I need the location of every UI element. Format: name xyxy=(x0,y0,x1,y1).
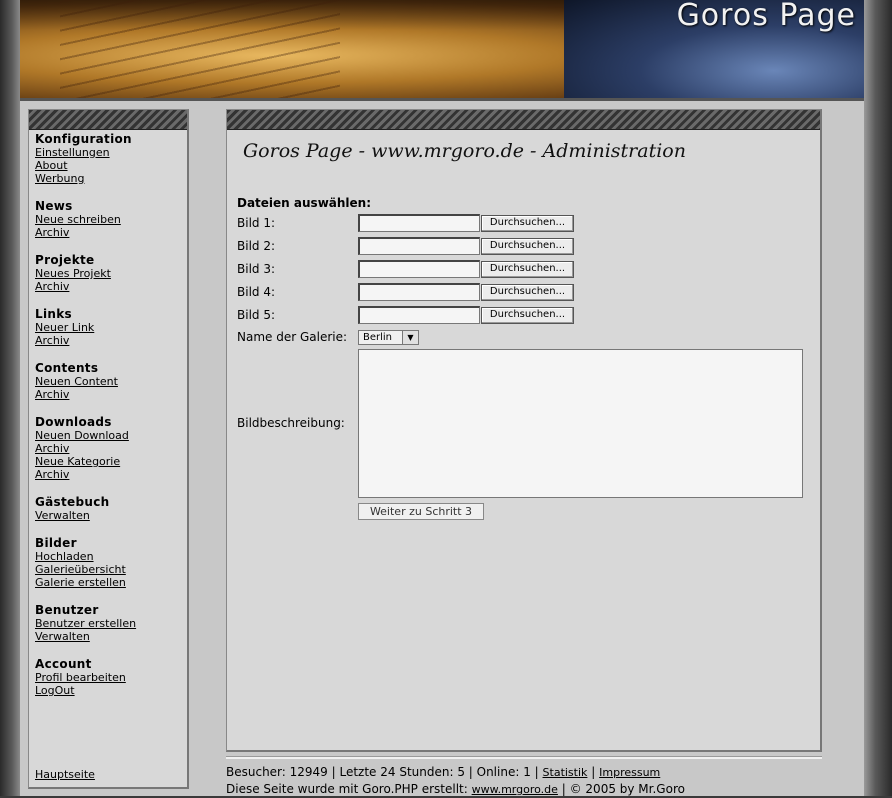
page-inner: Goros Page Konfiguration Einstellungen Abo… xyxy=(20,0,864,796)
file-label: Bild 5: xyxy=(237,308,276,322)
sidebar-group-benutzer: Benutzer Benutzer erstellen Verwalten xyxy=(35,603,187,643)
sidebar-group-title: Bilder xyxy=(35,536,77,550)
footer-site-link[interactable]: www.mrgoro.de xyxy=(472,783,558,796)
sidebar-home: Hauptseite xyxy=(35,768,95,781)
sidebar-item-link[interactable]: Archiv xyxy=(35,280,187,293)
sidebar-item-link[interactable]: Einstellungen xyxy=(35,146,187,159)
file-path-input[interactable] xyxy=(358,214,480,232)
footer-stats: Besucher: 12949 | Letzte 24 Stunden: 5 |… xyxy=(226,765,539,779)
sidebar-item-link[interactable]: Werbung xyxy=(35,172,187,185)
file-label: Bild 3: xyxy=(237,262,276,276)
file-row: Bild 1: Durchsuchen... xyxy=(237,213,574,233)
sidebar-item-link[interactable]: Archiv xyxy=(35,388,187,401)
sidebar-item-link[interactable]: Hochladen xyxy=(35,550,187,563)
sidebar-item-link[interactable]: Verwalten xyxy=(35,630,187,643)
next-step-button[interactable]: Weiter zu Schritt 3 xyxy=(358,503,484,520)
sidebar-group-title: Downloads xyxy=(35,415,112,429)
browse-button[interactable]: Durchsuchen... xyxy=(481,306,574,324)
file-label: Bild 1: xyxy=(237,216,276,230)
gallery-row: Name der Galerie: Berlin ▼ xyxy=(237,327,419,347)
sidebar-group-title: Links xyxy=(35,307,72,321)
browse-button[interactable]: Durchsuchen... xyxy=(481,237,574,255)
sidebar-group-bilder: Bilder Hochladen Galerieübersicht Galerie e… xyxy=(35,536,187,589)
sidebar-group-title: News xyxy=(35,199,73,213)
sidebar-group-contents: Contents Neuen Content Archiv xyxy=(35,361,187,401)
browse-button[interactable]: Durchsuchen... xyxy=(481,283,574,301)
sidebar-item-link[interactable]: Neuen Download xyxy=(35,429,187,442)
sidebar-item-link[interactable]: Archiv xyxy=(35,442,187,455)
sidebar-group-account: Account Profil bearbeiten LogOut xyxy=(35,657,187,697)
footer-statistik-link[interactable]: Statistik xyxy=(543,766,588,779)
footer-stats-line: Besucher: 12949 | Letzte 24 Stunden: 5 |… xyxy=(226,764,846,781)
gallery-select-value: Berlin xyxy=(363,331,393,343)
file-path-input[interactable] xyxy=(358,237,480,255)
sidebar-nav: Konfiguration Einstellungen About Werbung Ne… xyxy=(29,130,187,697)
sidebar-item-link[interactable]: About xyxy=(35,159,187,172)
footer-credit-line: Diese Seite wurde mit Goro.PHP erstellt:… xyxy=(226,781,846,798)
file-row: Bild 2: Durchsuchen... xyxy=(237,236,574,256)
footer-divider xyxy=(226,756,822,759)
footer-separator: | xyxy=(591,765,596,779)
sidebar-item-link[interactable]: Neue Kategorie xyxy=(35,455,187,468)
sidebar-item-link[interactable]: Verwalten xyxy=(35,509,187,522)
sidebar-item-link[interactable]: Archiv xyxy=(35,334,187,347)
main-stripe xyxy=(227,110,820,130)
banner-divider xyxy=(20,98,864,101)
sidebar-group-downloads: Downloads Neuen Download Archiv Neue Katego… xyxy=(35,415,187,481)
sidebar-item-link[interactable]: Galerieübersicht xyxy=(35,563,187,576)
footer-impressum-link[interactable]: Impressum xyxy=(599,766,660,779)
file-path-input[interactable] xyxy=(358,260,480,278)
header-banner: Goros Page xyxy=(20,0,864,101)
site-logo-title: Goros Page xyxy=(676,0,856,33)
gallery-label: Name der Galerie: xyxy=(237,330,348,344)
file-row: Bild 5: Durchsuchen... xyxy=(237,305,574,325)
footer: Besucher: 12949 | Letzte 24 Stunden: 5 |… xyxy=(226,764,846,798)
file-label: Bild 2: xyxy=(237,239,276,253)
sidebar-item-link[interactable]: Neue schreiben xyxy=(35,213,187,226)
file-path-input[interactable] xyxy=(358,283,480,301)
form-heading: Dateien auswählen: xyxy=(237,196,372,210)
sidebar-group-title: Konfiguration xyxy=(35,132,132,146)
main-panel: Goros Page - www.mrgoro.de - Administrat… xyxy=(226,109,822,752)
sidebar-group-gästebuch: Gästebuch Verwalten xyxy=(35,495,187,522)
page-title: Goros Page - www.mrgoro.de - Administrat… xyxy=(243,140,686,162)
gallery-select[interactable]: Berlin ▼ xyxy=(358,329,419,345)
browse-button[interactable]: Durchsuchen... xyxy=(481,214,574,232)
browse-button[interactable]: Durchsuchen... xyxy=(481,260,574,278)
sidebar: Konfiguration Einstellungen About Werbung Ne… xyxy=(28,109,189,789)
sidebar-item-link[interactable]: Archiv xyxy=(35,226,187,239)
sidebar-item-link[interactable]: Neues Projekt xyxy=(35,267,187,280)
frame-left xyxy=(0,0,20,796)
sidebar-stripe xyxy=(29,110,187,130)
sidebar-group-konfiguration: Konfiguration Einstellungen About Werbung xyxy=(35,132,187,185)
footer-credit-suffix: | © 2005 by Mr.Goro xyxy=(561,782,685,796)
sidebar-group-title: Contents xyxy=(35,361,99,375)
frame-right xyxy=(864,0,892,796)
file-row: Bild 3: Durchsuchen... xyxy=(237,259,574,279)
file-label: Bild 4: xyxy=(237,285,276,299)
banner-book-image xyxy=(60,0,340,101)
sidebar-item-link[interactable]: Galerie erstellen xyxy=(35,576,187,589)
description-textarea[interactable] xyxy=(358,349,803,498)
file-row: Bild 4: Durchsuchen... xyxy=(237,282,574,302)
sidebar-group-projekte: Projekte Neues Projekt Archiv xyxy=(35,253,187,293)
chevron-down-icon[interactable]: ▼ xyxy=(402,330,418,344)
sidebar-group-title: Benutzer xyxy=(35,603,99,617)
sidebar-item-link[interactable]: Profil bearbeiten xyxy=(35,671,187,684)
sidebar-item-link[interactable]: Archiv xyxy=(35,468,187,481)
sidebar-item-link[interactable]: LogOut xyxy=(35,684,187,697)
sidebar-group-links: Links Neuer Link Archiv xyxy=(35,307,187,347)
sidebar-group-title: Projekte xyxy=(35,253,95,267)
sidebar-group-title: Account xyxy=(35,657,92,671)
sidebar-item-link[interactable]: Neuen Content xyxy=(35,375,187,388)
file-path-input[interactable] xyxy=(358,306,480,324)
sidebar-group-title: Gästebuch xyxy=(35,495,110,509)
sidebar-item-hauptseite[interactable]: Hauptseite xyxy=(35,768,95,781)
description-label: Bildbeschreibung: xyxy=(237,416,345,430)
footer-credit-prefix: Diese Seite wurde mit Goro.PHP erstellt: xyxy=(226,782,468,796)
sidebar-item-link[interactable]: Benutzer erstellen xyxy=(35,617,187,630)
sidebar-group-news: News Neue schreiben Archiv xyxy=(35,199,187,239)
sidebar-item-link[interactable]: Neuer Link xyxy=(35,321,187,334)
